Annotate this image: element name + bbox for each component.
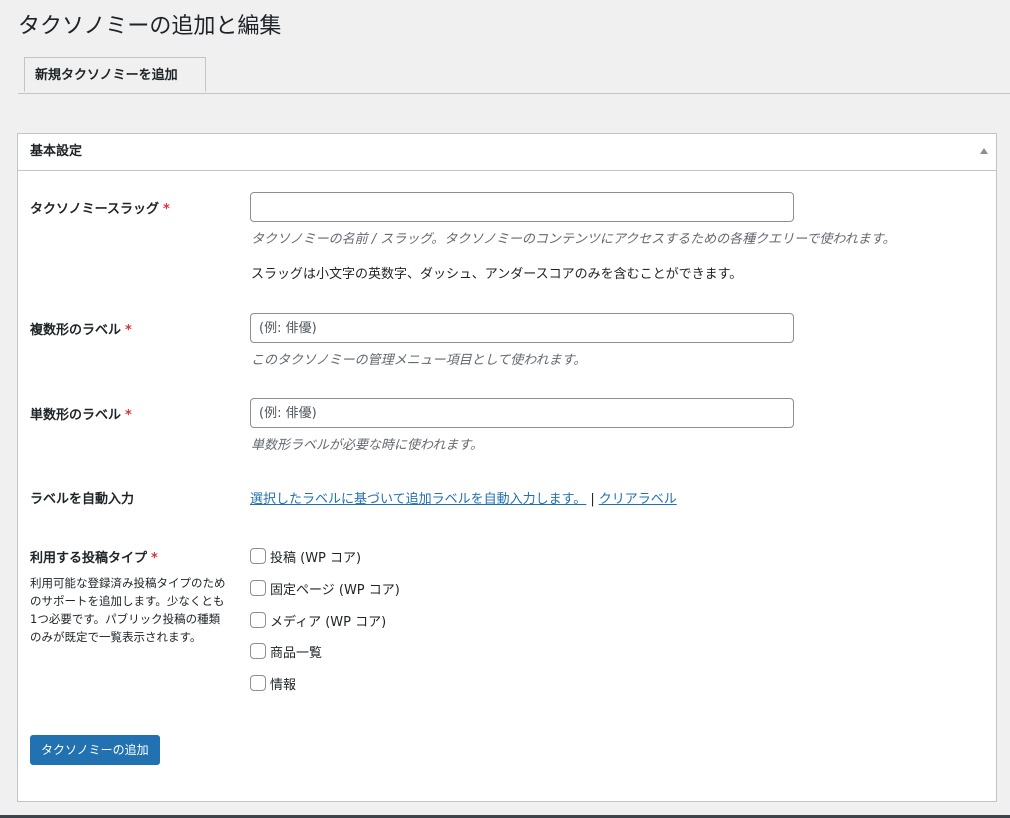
post-types-description: 利用可能な登録済み投稿タイプのためのサポートを追加します。少なくとも1つ必要です… bbox=[30, 576, 226, 644]
checkbox[interactable] bbox=[250, 548, 266, 564]
autofill-links: 選択したラベルに基づいて追加ラベルを自動入力します。 | クリアラベル bbox=[250, 488, 677, 507]
post-type-option-page[interactable]: 固定ページ (WP コア) bbox=[250, 578, 400, 598]
slug-description: タクソノミーの名前 / スラッグ。タクソノミーのコンテンツにアクセスするための各… bbox=[251, 232, 896, 247]
checkbox[interactable] bbox=[250, 643, 266, 659]
required-mark: * bbox=[125, 408, 132, 423]
singular-label-input[interactable] bbox=[250, 398, 794, 428]
post-types-label: 利用する投稿タイプ * bbox=[30, 547, 158, 566]
option-label: 投稿 (WP コア) bbox=[270, 550, 362, 566]
slug-label-text: タクソノミースラッグ bbox=[30, 202, 159, 217]
panel-header: 基本設定 bbox=[18, 134, 996, 171]
option-label: 情報 bbox=[270, 677, 297, 693]
tab-add-new-taxonomy[interactable]: 新規タクソノミーを追加 bbox=[24, 57, 206, 92]
panel-title: 基本設定 bbox=[30, 144, 83, 159]
add-taxonomy-button[interactable]: タクソノミーの追加 bbox=[30, 735, 160, 765]
required-mark: * bbox=[125, 323, 132, 338]
plural-label: 複数形のラベル * bbox=[30, 319, 132, 338]
link-separator: | bbox=[590, 492, 595, 507]
collapse-arrow-icon[interactable] bbox=[980, 148, 988, 154]
post-type-option-media[interactable]: メディア (WP コア) bbox=[250, 610, 386, 630]
basic-settings-panel: 基本設定 タクソノミースラッグ * タクソノミーの名前 / スラッグ。タクソノミー… bbox=[17, 133, 997, 802]
clear-labels-link[interactable]: クリアラベル bbox=[599, 492, 677, 507]
option-label: 固定ページ (WP コア) bbox=[270, 582, 400, 598]
required-mark: * bbox=[151, 551, 158, 566]
post-type-option-info[interactable]: 情報 bbox=[250, 673, 296, 693]
plural-label-text: 複数形のラベル bbox=[30, 323, 122, 338]
post-type-option-post[interactable]: 投稿 (WP コア) bbox=[250, 546, 361, 566]
plural-label-input[interactable] bbox=[250, 313, 794, 343]
checkbox[interactable] bbox=[250, 675, 266, 691]
option-label: メディア (WP コア) bbox=[270, 614, 387, 630]
singular-description: 単数形ラベルが必要な時に使われます。 bbox=[251, 438, 484, 453]
post-type-option-products[interactable]: 商品一覧 bbox=[250, 641, 322, 661]
plural-description: このタクソノミーの管理メニュー項目として使われます。 bbox=[251, 353, 587, 368]
singular-label-text: 単数形のラベル bbox=[30, 408, 122, 423]
tab-bar: 新規タクソノミーを追加 bbox=[18, 57, 1010, 94]
required-mark: * bbox=[162, 202, 170, 217]
option-label: 商品一覧 bbox=[270, 645, 323, 661]
autofill-label: ラベルを自動入力 bbox=[30, 492, 135, 507]
checkbox[interactable] bbox=[250, 580, 266, 596]
post-types-label-text: 利用する投稿タイプ bbox=[30, 551, 148, 566]
page-title: タクソノミーの追加と編集 bbox=[18, 14, 282, 39]
slug-label: タクソノミースラッグ * bbox=[30, 198, 170, 217]
checkbox[interactable] bbox=[250, 612, 266, 628]
slug-note: スラッグは小文字の英数字、ダッシュ、アンダースコアのみを含むことができます。 bbox=[251, 267, 743, 282]
populate-labels-link[interactable]: 選択したラベルに基づいて追加ラベルを自動入力します。 bbox=[250, 492, 586, 507]
singular-label: 単数形のラベル * bbox=[30, 404, 132, 423]
slug-input[interactable] bbox=[250, 192, 794, 222]
